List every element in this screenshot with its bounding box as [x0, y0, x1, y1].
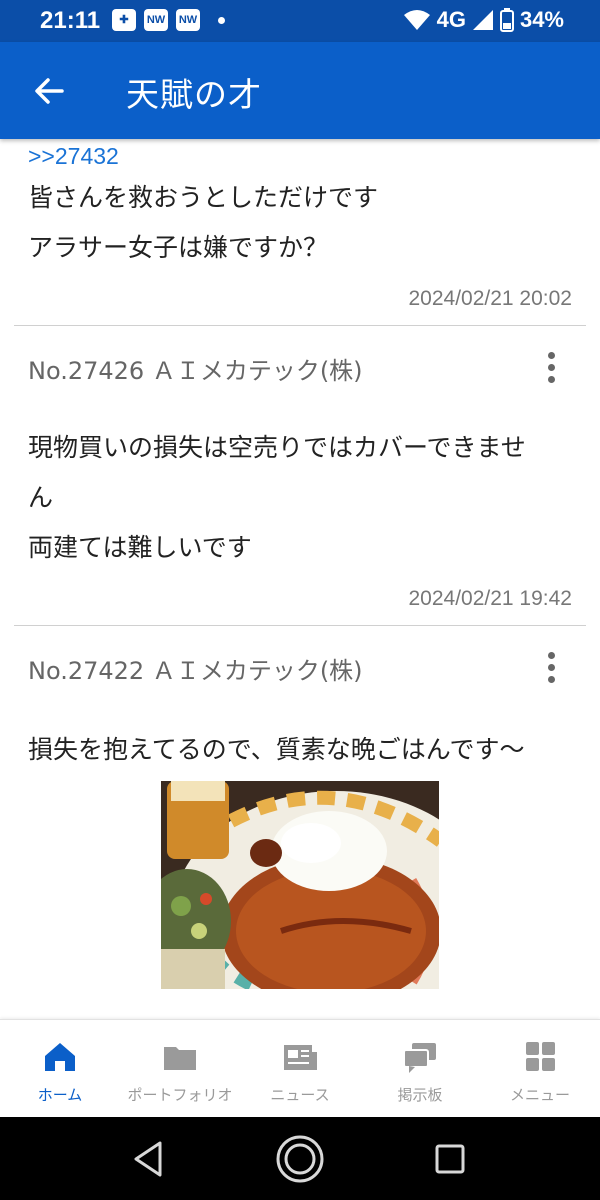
network-type: 4G	[436, 7, 466, 32]
nav-label: ポートフォリオ	[127, 1086, 233, 1104]
post-line: 現物買いの損失は空売りではカバーできませ	[28, 433, 526, 462]
nav-label: ホーム	[37, 1086, 83, 1104]
divider	[14, 325, 586, 326]
post-body: 損失を抱えてるので、質素な晩ごはんです〜	[28, 725, 573, 775]
nav-menu[interactable]: メニュー	[480, 1020, 600, 1117]
board-thread[interactable]: >>27432 皆さんを救おうとしただけです アラサー女子は嫌ですか？ 2024…	[0, 139, 600, 1019]
curry-rice-photo[interactable]	[161, 781, 439, 989]
more-options-icon[interactable]	[543, 650, 559, 684]
nav-portfolio[interactable]: ポートフォリオ	[120, 1020, 240, 1117]
battery-icon	[499, 8, 514, 32]
status-right: 4G 34%	[403, 7, 564, 33]
more-notifications-dot-icon	[218, 16, 225, 24]
post-line: ん	[28, 483, 54, 512]
post-line: 損失を抱えてるので、質素な晩ごはんです〜	[28, 735, 525, 764]
system-navigation-bar	[0, 1117, 600, 1200]
status-bar: 21:11 ✚ NW NW 4G 34%	[0, 0, 600, 42]
signal-icon	[472, 10, 493, 30]
app-bar: 天賦の才	[0, 42, 600, 139]
post-body: 現物買いの損失は空売りではカバーできませ ん 両建ては難しいです	[28, 423, 573, 573]
back-triangle-icon[interactable]	[130, 1139, 166, 1179]
post-body: 皆さんを救おうとしただけです アラサー女子は嫌ですか？	[28, 173, 573, 273]
post-header: No.27422 ＡＩメカテック(株)	[28, 657, 363, 685]
arrow-left-icon[interactable]	[28, 70, 70, 112]
page-title: 天賦の才	[126, 75, 262, 114]
post-date: 2024/02/21 19:42	[408, 587, 573, 610]
nav-board[interactable]: 掲示板	[360, 1020, 480, 1117]
post-line: 両建ては難しいです	[28, 533, 252, 562]
folder-icon	[164, 1047, 196, 1070]
nw-icon: NW	[144, 9, 168, 31]
nav-label: 掲示板	[397, 1086, 443, 1104]
status-time: 21:11	[40, 7, 101, 34]
post-header: No.27426 ＡＩメカテック(株)	[28, 357, 363, 385]
notification-icons: ✚ NW NW	[112, 9, 225, 31]
home-circle-icon[interactable]	[275, 1134, 325, 1184]
divider	[14, 625, 586, 626]
bottom-navigation: ホーム ポートフォリオ ニュース 掲示板 メニュー	[0, 1019, 600, 1117]
nav-label: ニュース	[270, 1086, 330, 1104]
more-options-icon[interactable]	[543, 350, 559, 384]
chat-bubbles-icon	[403, 1043, 436, 1073]
nav-news[interactable]: ニュース	[240, 1020, 360, 1117]
recents-square-icon[interactable]	[434, 1143, 466, 1175]
nw-icon: NW	[176, 9, 200, 31]
post-line: 皆さんを救おうとしただけです	[28, 183, 379, 212]
wifi-icon	[403, 10, 430, 30]
battery-percent: 34%	[519, 7, 564, 32]
nav-home[interactable]: ホーム	[0, 1020, 120, 1117]
post-date: 2024/02/21 20:02	[408, 287, 573, 310]
reply-link[interactable]: >>27432	[28, 143, 119, 170]
nav-label: メニュー	[509, 1086, 570, 1104]
gear-badge-icon: ✚	[112, 9, 136, 31]
grid-icon	[526, 1042, 555, 1071]
home-icon	[45, 1043, 75, 1071]
post-line: アラサー女子は嫌ですか？	[28, 233, 329, 262]
newspaper-icon	[284, 1045, 317, 1070]
